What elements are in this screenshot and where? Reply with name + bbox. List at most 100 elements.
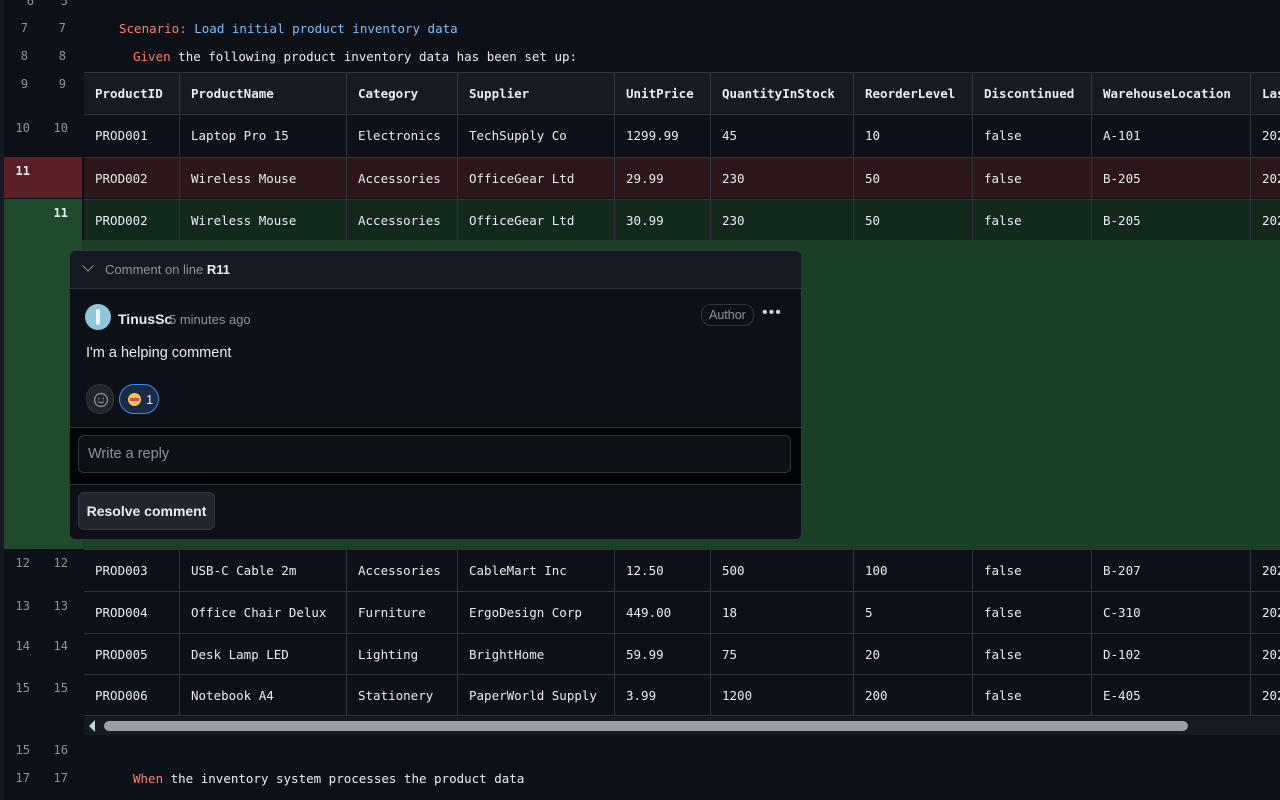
cell-category: Accessories (346, 200, 457, 241)
when-text: the inventory system processes the produ… (163, 771, 525, 786)
cell-product-name: Notebook A4 (179, 675, 346, 716)
cell-category: Furniture (346, 592, 457, 633)
cell-unit-price: 30.99 (614, 200, 710, 241)
cell-supplier: BrightHome (457, 634, 614, 675)
laugh-emoji-icon (128, 393, 141, 406)
cell-supplier: CableMart Inc (457, 550, 614, 591)
cell-discontinued: false (972, 158, 1091, 199)
chevron-down-icon[interactable] (82, 260, 94, 272)
scenario-text: Load initial product inventory data (186, 21, 458, 36)
column-header-product-id: ProductID (95, 86, 163, 101)
cell-quantity-in-stock: 500 (710, 550, 853, 591)
line-number-old: 7 (20, 21, 28, 35)
cell-warehouse-location: A-101 (1091, 115, 1250, 156)
cell-discontinued: false (972, 634, 1091, 675)
cell-quantity-in-stock: 230 (710, 200, 853, 241)
cell-product-id: PROD002 (95, 213, 148, 228)
comment-header[interactable]: Comment on line R11 (70, 251, 801, 289)
cell-category: Accessories (346, 550, 457, 591)
cell-last-column: 202 (1250, 200, 1280, 241)
comment-author[interactable]: TinusSc (118, 311, 172, 327)
cell-reorder-level: 5 (853, 592, 972, 633)
avatar[interactable] (85, 304, 111, 330)
line-number-new: 8 (58, 49, 66, 63)
column-header-quantity-in-stock: QuantityInStock (710, 73, 853, 114)
reaction-laugh-button[interactable]: 1 (119, 384, 159, 414)
cell-product-id: PROD001 (95, 128, 148, 143)
cell-discontinued: false (972, 675, 1091, 716)
line-number-old: 15 (15, 743, 30, 757)
code-line-scenario: Scenario: Load initial product inventory… (119, 21, 458, 36)
cell-last-column: 202 (1250, 115, 1280, 156)
cell-product-id: PROD005 (95, 647, 148, 662)
line-number-old: 17 (15, 771, 30, 785)
cell-unit-price: 3.99 (614, 675, 710, 716)
cell-last-column: 202 (1250, 158, 1280, 199)
resolve-comment-button[interactable]: Resolve comment (78, 492, 215, 530)
code-line-given: Given the following product inventory da… (133, 49, 577, 64)
comment-timestamp[interactable]: 5 minutes ago (169, 312, 251, 327)
cell-product-name: Desk Lamp LED (179, 634, 346, 675)
cell-reorder-level: 50 (853, 200, 972, 241)
cell-quantity-in-stock: 75 (710, 634, 853, 675)
cell-product-id: PROD006 (95, 688, 148, 703)
line-number-new: 10 (53, 121, 68, 135)
add-reaction-button[interactable] (86, 384, 114, 414)
reply-input[interactable] (78, 435, 791, 473)
table-row: PROD006 Notebook A4 Stationery PaperWorld S… (84, 674, 1280, 716)
scrollbar-thumb[interactable] (104, 721, 1188, 731)
line-number-new: 17 (53, 771, 68, 785)
cell-unit-price: 12.50 (614, 550, 710, 591)
cell-reorder-level: 50 (853, 158, 972, 199)
line-number-new: 9 (58, 77, 66, 91)
reaction-count: 1 (146, 392, 154, 407)
cell-unit-price: 29.99 (614, 158, 710, 199)
cell-product-id: PROD002 (95, 171, 148, 186)
cell-last-column: 202 (1250, 634, 1280, 675)
cell-last-column: 202 (1250, 592, 1280, 633)
cell-discontinued: false (972, 200, 1091, 241)
cell-category: Stationery (346, 675, 457, 716)
cell-product-id: PROD003 (95, 563, 148, 578)
column-header-discontinued: Discontinued (972, 73, 1091, 114)
table-row-deleted: PROD002 Wireless Mouse Accessories OfficeGe… (84, 157, 1280, 199)
table-header-row: ProductID ProductName Category Supplier Unit… (84, 72, 1280, 114)
column-header-reorder-level: ReorderLevel (853, 73, 972, 114)
cell-warehouse-location: C-310 (1091, 592, 1250, 633)
cell-last-column: 202 (1250, 550, 1280, 591)
line-number-new: 5 (60, 0, 68, 8)
line-number-old: 15 (15, 681, 30, 695)
cell-unit-price: 1299.99 (614, 115, 710, 156)
cell-quantity-in-stock: 18 (710, 592, 853, 633)
cell-warehouse-location: E-405 (1091, 675, 1250, 716)
line-number-deleted: 11 (15, 164, 30, 178)
cell-category: Electronics (346, 115, 457, 156)
cell-discontinued: false (972, 592, 1091, 633)
keyword-when: When (133, 771, 164, 786)
line-number-old: 14 (15, 639, 30, 653)
review-comment-card: Comment on line R11 TinusSc 5 minutes ag… (69, 250, 802, 540)
line-number-new: 16 (53, 743, 68, 757)
line-number-new: 13 (53, 599, 68, 613)
line-number-added: 11 (53, 206, 68, 220)
line-number-old: 6 (26, 0, 34, 8)
cell-product-id: PROD004 (95, 605, 148, 620)
cell-quantity-in-stock: 1200 (710, 675, 853, 716)
column-header-last-column: Las (1250, 73, 1280, 114)
line-number-old: 8 (20, 49, 28, 63)
column-header-category: Category (346, 73, 457, 114)
cell-reorder-level: 20 (853, 634, 972, 675)
table-row: PROD005 Desk Lamp LED Lighting BrightHome 59… (84, 633, 1280, 675)
more-options-icon[interactable]: ••• (762, 304, 782, 322)
cell-supplier: TechSupply Co (457, 115, 614, 156)
comment-location: Comment on line R11 (105, 262, 230, 277)
smiley-icon (93, 392, 109, 408)
cell-discontinued: false (972, 115, 1091, 156)
cell-quantity-in-stock: 45 (710, 115, 853, 156)
cell-reorder-level: 200 (853, 675, 972, 716)
table-row: PROD001 Laptop Pro 15 Electronics TechSuppl… (84, 114, 1280, 156)
scroll-left-arrow-icon[interactable] (89, 720, 95, 732)
cell-reorder-level: 10 (853, 115, 972, 156)
cell-product-name: Office Chair Delux (179, 592, 346, 633)
cell-warehouse-location: B-207 (1091, 550, 1250, 591)
